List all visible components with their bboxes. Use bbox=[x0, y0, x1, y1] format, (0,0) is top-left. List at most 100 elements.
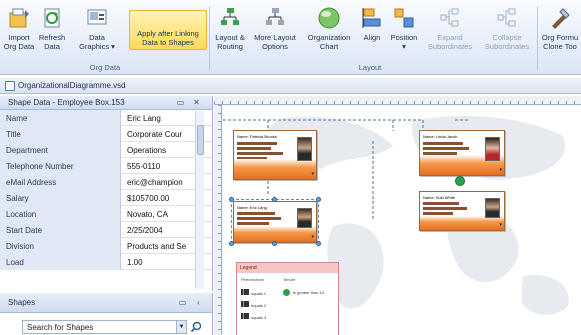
refresh-data-button[interactable]: Refresh Data bbox=[37, 6, 67, 62]
shape-data-key: Division bbox=[0, 238, 121, 254]
resize-handle[interactable] bbox=[229, 197, 234, 202]
import-org-data-button[interactable]: Import Org Data bbox=[2, 6, 36, 62]
close-icon[interactable]: ✕ bbox=[192, 98, 201, 107]
employee-name: Name: Eric Lang bbox=[237, 205, 267, 210]
shape-data-row[interactable]: Location Novato, CA bbox=[0, 206, 212, 222]
legend-tenure-item: is greater than 10 bbox=[293, 290, 325, 295]
card-control-icon[interactable]: ▾ bbox=[311, 234, 314, 240]
more-layout-options-button[interactable]: More Layout Options bbox=[250, 6, 300, 62]
shape-data-key: Name bbox=[0, 110, 121, 126]
align-button[interactable]: Align bbox=[358, 6, 386, 62]
shape-data-scrollbar[interactable] bbox=[195, 111, 204, 289]
search-icon[interactable] bbox=[190, 321, 202, 333]
position-label: Position ▾ bbox=[390, 33, 418, 51]
search-dropdown-icon[interactable]: ▼ bbox=[176, 321, 186, 333]
position-button[interactable]: Position ▾ bbox=[387, 6, 421, 62]
vertical-ruler bbox=[214, 105, 222, 335]
import-icon bbox=[7, 6, 31, 30]
tenure-check-icon bbox=[283, 289, 290, 296]
resize-handle[interactable] bbox=[272, 197, 277, 202]
organization-chart-button[interactable]: Organization Chart bbox=[301, 6, 357, 62]
drawing-page[interactable]: Name: Patricia Brooks ▾ Name: Eric Lang … bbox=[223, 106, 581, 335]
card-control-icon[interactable]: ▾ bbox=[311, 171, 314, 177]
card-control-icon[interactable]: ▾ bbox=[499, 167, 502, 173]
align-icon bbox=[360, 6, 384, 30]
pane-menu-icon[interactable]: ▭ bbox=[178, 298, 187, 307]
employee-photo bbox=[485, 137, 500, 161]
legend-tenure-label: Tenure bbox=[283, 277, 296, 282]
horizontal-ruler bbox=[214, 96, 581, 105]
pane-menu-icon[interactable]: ▭ bbox=[176, 98, 185, 107]
employee-card[interactable]: Name: Suki White ▾ bbox=[419, 191, 505, 231]
shapes-pane: Shapes ▭ ‹ Search for Shapes ▼ bbox=[0, 293, 213, 335]
ribbon: Import Org Data Refresh Data Data Graphi… bbox=[0, 0, 581, 75]
expand-subordinates-button[interactable]: Expand Subordinates bbox=[422, 6, 478, 62]
shape-data-row[interactable]: Salary $105700.00 bbox=[0, 190, 212, 206]
import-label: Import Org Data bbox=[3, 33, 35, 51]
layout-routing-button[interactable]: Layout & Routing bbox=[211, 6, 249, 62]
shape-data-row[interactable]: Title Corporate Cour bbox=[0, 126, 212, 142]
shape-data-table: Name Eric Lang Title Corporate Cour Departme… bbox=[0, 110, 212, 270]
tenure-check-icon bbox=[455, 176, 465, 186]
org-formula-clone-button[interactable]: Org Formu Clone Too bbox=[539, 6, 581, 62]
employee-photo bbox=[485, 198, 500, 218]
expand-label: Expand Subordinates bbox=[427, 33, 473, 51]
shape-data-value[interactable]: 555-0110 bbox=[124, 158, 193, 174]
data-graphics-icon bbox=[85, 6, 109, 30]
position-icon bbox=[392, 6, 416, 30]
scrollbar-thumb[interactable] bbox=[197, 125, 204, 155]
shape-data-row[interactable]: Department Operations bbox=[0, 142, 212, 158]
group-label-org-data: Org Data bbox=[89, 63, 121, 72]
group-separator bbox=[209, 6, 210, 70]
collapse-arrow-icon[interactable]: ‹ bbox=[194, 298, 203, 307]
resize-handle[interactable] bbox=[229, 241, 234, 246]
card-control-icon[interactable]: ▾ bbox=[499, 222, 502, 228]
shape-data-pane: Shape Data - Employee Box.153 ▭ ✕ Name Er… bbox=[0, 96, 213, 291]
shape-data-row[interactable]: Load 1.00 bbox=[0, 254, 212, 270]
shape-data-value[interactable]: eric@champion bbox=[124, 174, 193, 190]
shape-data-key: Start Date bbox=[0, 222, 121, 238]
more-layout-label: More Layout Options bbox=[254, 33, 296, 51]
org-formula-label: Org Formu Clone Too bbox=[541, 33, 579, 51]
document-tab[interactable]: OrganizationalDiagramme.vsd bbox=[18, 81, 126, 90]
layout-routing-label: Layout & Routing bbox=[215, 33, 245, 51]
collapse-icon bbox=[495, 6, 519, 30]
shape-data-value[interactable]: $105700.00 bbox=[124, 190, 193, 206]
shape-data-row[interactable]: Name Eric Lang bbox=[0, 110, 212, 126]
shapes-title-bar: Shapes ▭ ‹ bbox=[0, 293, 212, 313]
employee-card[interactable]: Name: Patricia Brooks ▾ bbox=[233, 130, 317, 180]
shape-data-value[interactable]: 2/25/2004 bbox=[124, 222, 193, 238]
employee-photo bbox=[297, 137, 312, 161]
legend-box[interactable]: Legend Performance Tenure equals 1 equal… bbox=[236, 262, 339, 335]
shape-data-value[interactable]: Novato, CA bbox=[124, 206, 193, 222]
shape-data-row[interactable]: Division Products and Se bbox=[0, 238, 212, 254]
document-tab-bar: OrganizationalDiagramme.vsd bbox=[0, 78, 581, 94]
shape-data-row[interactable]: eMail Address eric@champion bbox=[0, 174, 212, 190]
apply-after-linking-toggle[interactable]: Apply after Linking Data to Shapes bbox=[129, 10, 207, 50]
legend-item: equals 2 bbox=[241, 301, 266, 308]
shape-data-value[interactable]: Corporate Cour bbox=[124, 126, 193, 142]
collapse-subordinates-button[interactable]: Collapse Subordinates bbox=[479, 6, 535, 62]
shape-data-value[interactable]: 1.00 bbox=[124, 254, 193, 270]
visio-document-icon bbox=[5, 81, 15, 91]
group-label-layout: Layout bbox=[358, 63, 382, 72]
shape-data-key: Location bbox=[0, 206, 121, 222]
employee-photo bbox=[297, 208, 312, 228]
shape-search-input[interactable]: Search for Shapes bbox=[22, 320, 187, 334]
data-graphics-button[interactable]: Data Graphics ▾ bbox=[68, 6, 126, 62]
shape-data-row[interactable]: Telephone Number 555-0110 bbox=[0, 158, 212, 174]
shape-data-key: Title bbox=[0, 126, 121, 142]
employee-card[interactable]: Name: Linda Jacob ▾ bbox=[419, 130, 505, 176]
shape-data-title: Shape Data - Employee Box.153 bbox=[8, 98, 125, 107]
drawing-canvas[interactable]: Name: Patricia Brooks ▾ Name: Eric Lang … bbox=[214, 96, 581, 335]
shape-data-value[interactable]: Eric Lang bbox=[124, 110, 193, 126]
shape-data-key: eMail Address bbox=[0, 174, 121, 190]
legend-title: Legend bbox=[237, 263, 338, 273]
employee-card-selected[interactable]: Name: Eric Lang ▾ bbox=[233, 201, 317, 243]
shape-data-row[interactable]: Start Date 2/25/2004 bbox=[0, 222, 212, 238]
shape-data-value[interactable]: Operations bbox=[124, 142, 193, 158]
resize-handle[interactable] bbox=[272, 241, 277, 246]
shape-data-value[interactable]: Products and Se bbox=[124, 238, 193, 254]
resize-handle[interactable] bbox=[316, 197, 321, 202]
resize-handle[interactable] bbox=[316, 241, 321, 246]
